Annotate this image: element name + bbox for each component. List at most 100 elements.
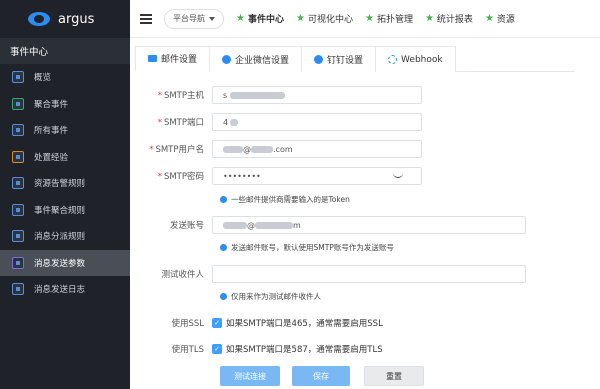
argus-logo-icon: [28, 12, 50, 26]
smtp-password-hint: 一些邮件提供商需要输入的是Token: [220, 194, 350, 205]
tab-wecom-settings[interactable]: 企业微信设置: [209, 46, 303, 72]
smtp-port-row: * SMTP端口 4: [130, 113, 422, 131]
use-ssl-label: 使用SSL: [171, 319, 204, 329]
smtp-port-label: SMTP端口: [163, 118, 204, 128]
sender-suffix: m: [293, 220, 301, 230]
eye-closed-icon[interactable]: [393, 173, 403, 178]
send-log-icon: [12, 283, 24, 296]
required-mark: *: [157, 91, 162, 101]
top-tab-label: 事件中心: [247, 15, 284, 25]
sidebar-item-dispatch-rules[interactable]: 消息分派规则: [0, 223, 130, 250]
sidebar-header: 事件中心: [0, 38, 130, 64]
star-icon: ★: [484, 13, 494, 24]
smtp-password-input[interactable]: ••••••••: [212, 167, 422, 185]
sidebar-item-label: 概览: [34, 73, 52, 84]
sidebar-item-label: 消息发送参数: [34, 258, 86, 269]
aggregation-rules-icon: [12, 203, 24, 216]
top-tab-visualization[interactable]: ★ 可视化中心: [296, 12, 353, 25]
required-mark: *: [157, 118, 162, 128]
main-content: 邮件设置 企业微信设置 钉钉设置 Webhook * SMTP主机 s * SMTP…: [130, 38, 600, 389]
dispatch-rules-icon: [12, 230, 24, 243]
smtp-user-domain: .com: [273, 144, 293, 154]
use-ssl-text: 如果SMTP端口是465，通常需要启用SSL: [226, 319, 383, 329]
star-icon: ★: [236, 13, 245, 24]
sidebar-item-aggregation-rules[interactable]: 事件聚合规则: [0, 197, 130, 224]
tab-label: 企业微信设置: [235, 56, 290, 66]
smtp-host-label: SMTP主机: [163, 91, 204, 101]
sidebar-item-label: 资源告警规则: [34, 179, 86, 190]
top-tab-label: 资源: [496, 15, 515, 25]
use-tls-row: 使用TLS ✓ 如果SMTP端口是587，通常需要启用TLS: [130, 343, 383, 355]
sidebar-item-label: 聚合事件: [34, 99, 69, 110]
top-tab-event-center[interactable]: ★ 事件中心: [236, 12, 284, 25]
masked-text: [230, 91, 286, 99]
sidebar-item-all-events[interactable]: 所有事件: [0, 117, 130, 144]
use-tls-checkbox[interactable]: ✓ 如果SMTP端口是587，通常需要启用TLS: [212, 343, 383, 355]
reset-button[interactable]: 重置: [364, 366, 424, 386]
test-receiver-input[interactable]: [212, 265, 526, 283]
platform-nav-label: 平台导航: [173, 14, 205, 23]
sidebar-item-disposal-experience[interactable]: 处置经验: [0, 144, 130, 171]
smtp-user-input[interactable]: @ .com: [212, 140, 422, 158]
masked-text: [251, 145, 273, 153]
tab-label: Webhook: [401, 54, 443, 65]
hint-text: 仅用来作为测试邮件收件人: [231, 292, 321, 301]
star-icon: ★: [364, 13, 374, 24]
sender-input[interactable]: @ m: [212, 216, 526, 234]
top-tab-label: 统计报表: [436, 15, 473, 25]
smtp-host-input[interactable]: s: [212, 86, 422, 104]
sidebar-item-label: 处置经验: [34, 152, 69, 163]
hint-text: 一些邮件提供商需要输入的是Token: [231, 195, 350, 204]
smtp-password-label-wrap: * SMTP密码: [130, 170, 212, 182]
sidebar-item-label: 消息发送日志: [34, 285, 86, 296]
top-tab-topology[interactable]: ★ 拓扑管理: [365, 12, 413, 25]
sender-at: @: [247, 220, 255, 230]
top-tab-label: 拓扑管理: [376, 15, 413, 25]
top-navigation: 平台导航 ★ 事件中心 ★ 可视化中心 ★ 拓扑管理 ★ 统计报表 ★ 资源: [130, 0, 600, 38]
smtp-host-label-wrap: * SMTP主机: [130, 89, 212, 101]
alert-rules-icon: [12, 177, 24, 190]
events-icon: [12, 124, 24, 137]
sidebar-item-label: 事件聚合规则: [34, 205, 86, 216]
smtp-user-label: SMTP用户名: [155, 145, 204, 155]
smtp-user-at: @: [243, 144, 251, 154]
top-tab-reports[interactable]: ★ 统计报表: [425, 12, 473, 25]
test-receiver-row: 测试收件人: [130, 265, 526, 283]
wecom-icon: [222, 55, 232, 64]
menu-icon[interactable]: [140, 13, 152, 24]
sender-label: 发送账号: [169, 221, 204, 231]
sidebar-item-send-log[interactable]: 消息发送日志: [0, 276, 130, 303]
star-icon: ★: [295, 13, 305, 24]
top-tab-resources[interactable]: ★ 资源: [485, 12, 515, 25]
smtp-user-label-wrap: * SMTP用户名: [130, 143, 212, 155]
use-tls-text: 如果SMTP端口是587，通常需要启用TLS: [226, 345, 383, 355]
use-ssl-checkbox[interactable]: ✓ 如果SMTP端口是465，通常需要启用SSL: [212, 317, 383, 329]
sidebar: argus 事件中心 概览 聚合事件 所有事件 处置经验 资源告警规则 事件聚合…: [0, 0, 130, 389]
sender-hint: 发送邮件账号，默认使用SMTP账号作为发送账号: [220, 242, 394, 253]
use-ssl-row: 使用SSL ✓ 如果SMTP端口是465，通常需要启用SSL: [130, 317, 383, 329]
platform-nav-select[interactable]: 平台导航: [164, 8, 224, 29]
tab-webhook[interactable]: Webhook: [375, 46, 456, 72]
top-tab-label: 可视化中心: [307, 15, 353, 25]
logo[interactable]: argus: [0, 0, 130, 38]
sidebar-item-alert-rules[interactable]: 资源告警规则: [0, 170, 130, 197]
test-connection-button[interactable]: 测试连接: [220, 366, 280, 386]
sidebar-item-aggregated-events[interactable]: 聚合事件: [0, 91, 130, 118]
smtp-port-input[interactable]: 4: [212, 113, 422, 131]
tab-email-settings[interactable]: 邮件设置: [135, 46, 211, 72]
tab-dingtalk-settings[interactable]: 钉钉设置: [301, 46, 377, 72]
send-params-icon: [12, 256, 24, 269]
webhook-icon: [388, 55, 398, 64]
checkmark-icon: ✓: [212, 318, 222, 328]
save-button[interactable]: 保存: [292, 366, 350, 386]
overview-icon: [12, 71, 24, 84]
info-icon: [220, 196, 227, 203]
sidebar-item-send-params[interactable]: 消息发送参数: [0, 249, 130, 276]
experience-icon: [12, 150, 24, 163]
smtp-password-label: SMTP密码: [163, 172, 204, 182]
tab-label: 钉钉设置: [327, 56, 364, 66]
star-icon: ★: [424, 13, 434, 24]
smtp-host-row: * SMTP主机 s: [130, 86, 422, 104]
sidebar-item-overview[interactable]: 概览: [0, 64, 130, 91]
info-icon: [220, 293, 227, 300]
